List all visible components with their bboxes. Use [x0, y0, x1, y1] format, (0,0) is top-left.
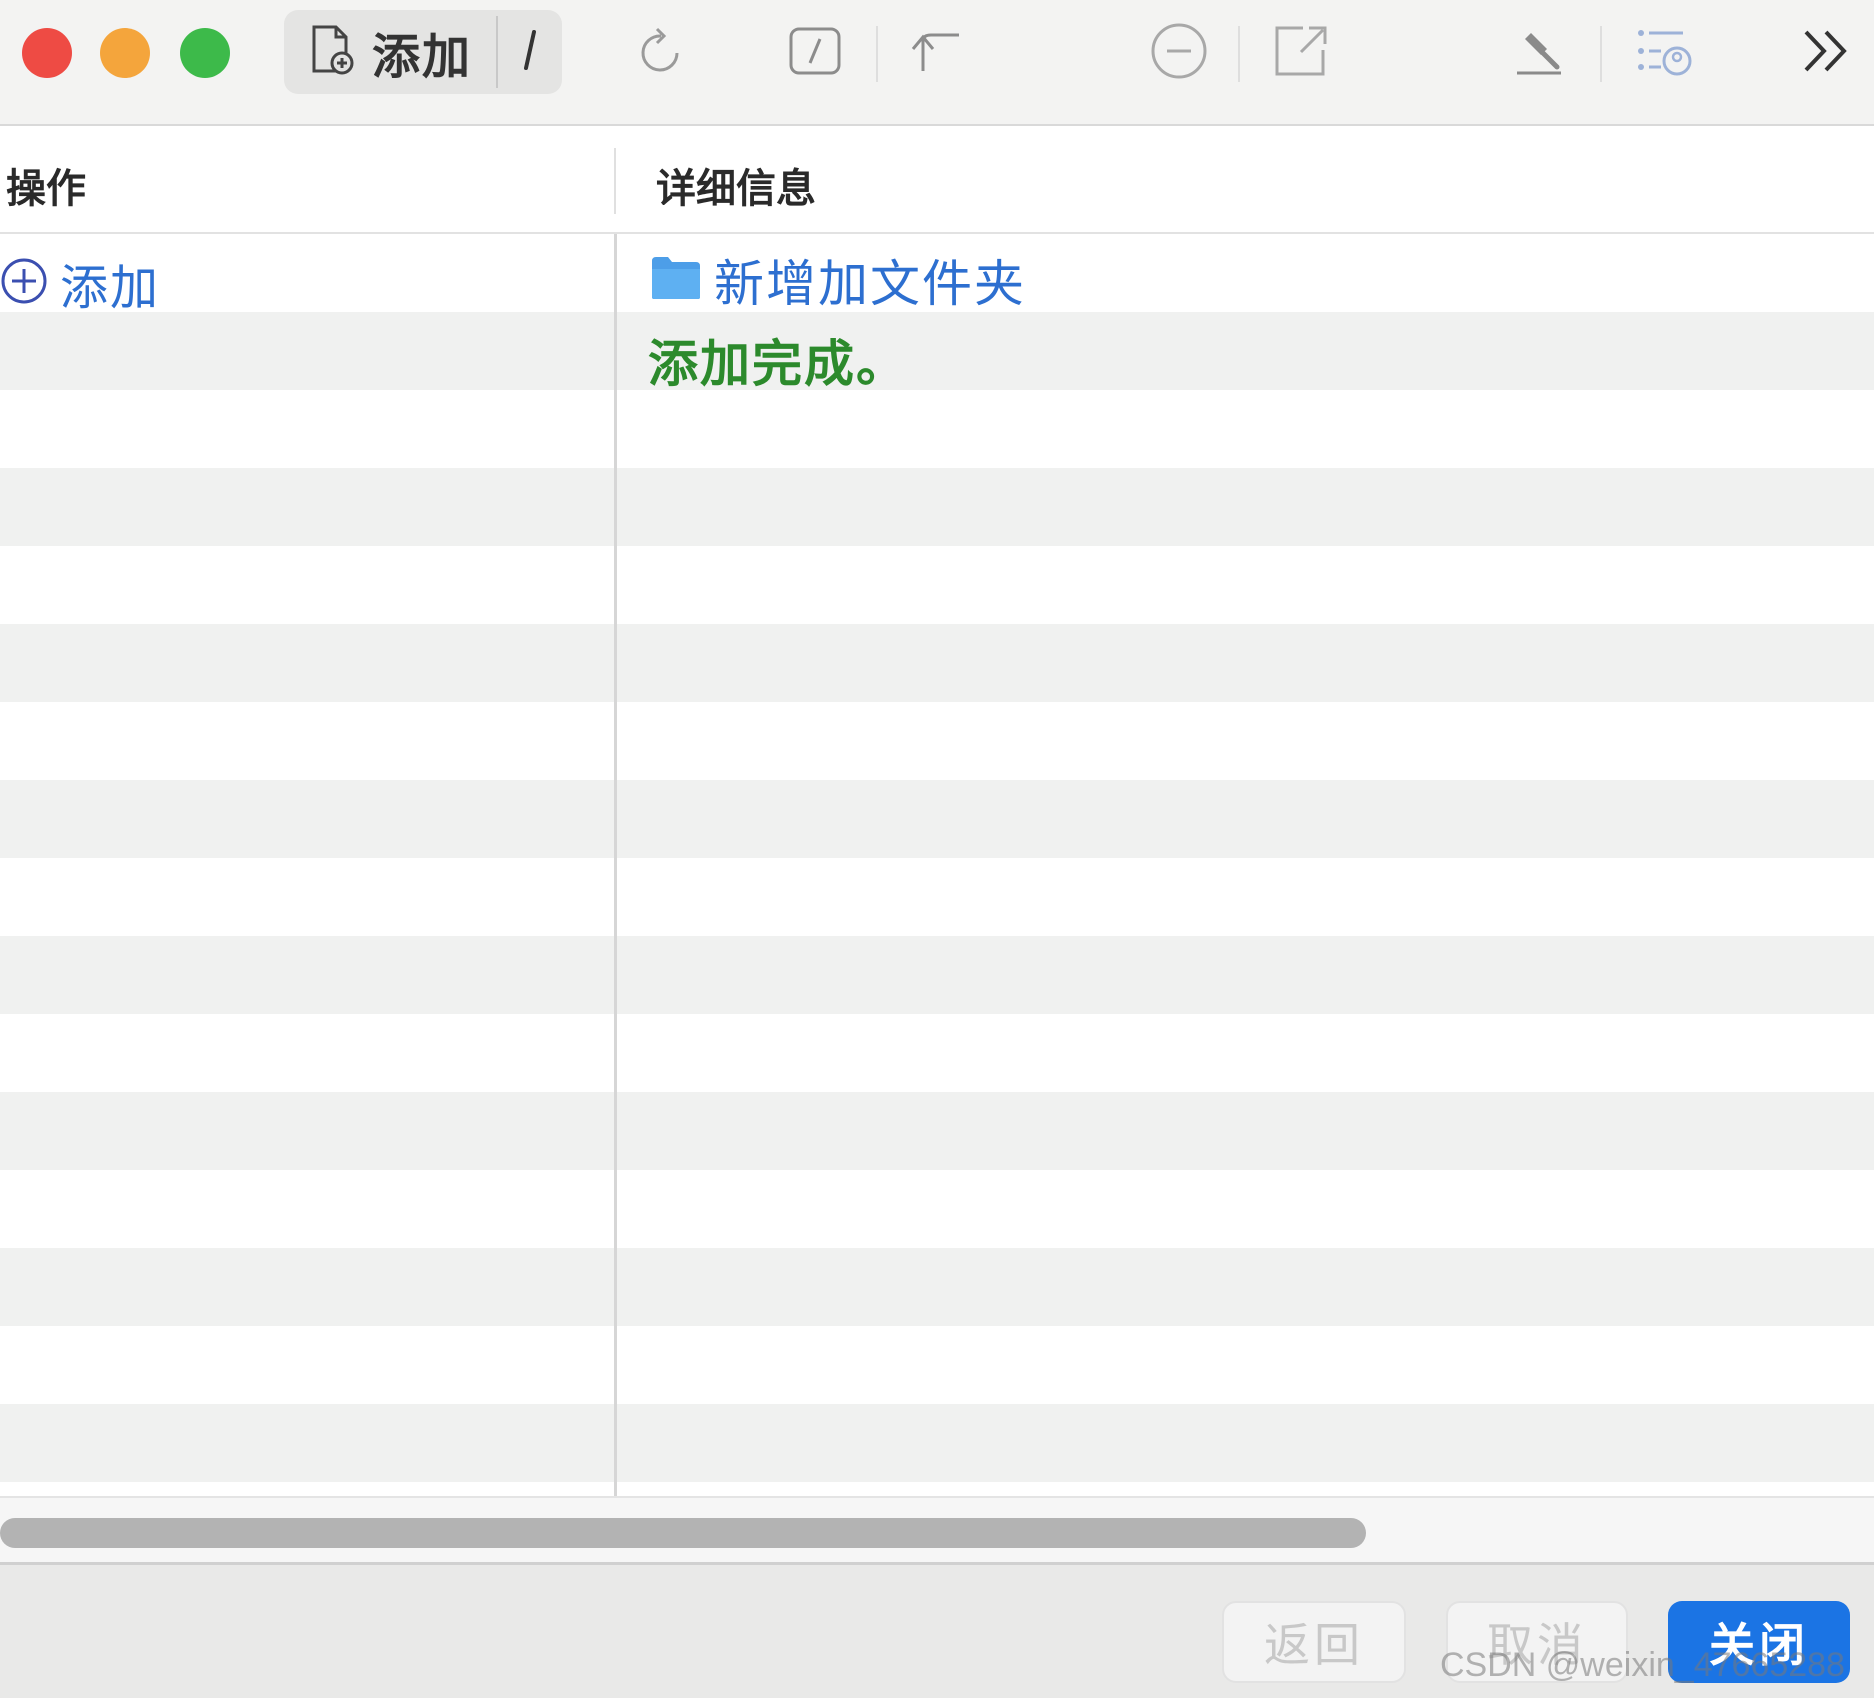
table-row	[0, 702, 1874, 780]
table-row	[0, 1248, 1874, 1326]
open-external-button[interactable]	[1266, 18, 1336, 88]
table-header: 操作 详细信息	[0, 126, 1874, 234]
pencil-icon	[520, 28, 540, 76]
table-row	[0, 546, 1874, 624]
back-button[interactable]: 返回	[1222, 1601, 1406, 1683]
table-row[interactable]: 添加完成。	[0, 312, 1874, 393]
column-divider	[614, 234, 617, 1496]
window-maximize-button[interactable]	[180, 28, 230, 78]
column-header-operation[interactable]: 操作	[6, 156, 86, 214]
list-user-button[interactable]	[1630, 18, 1700, 88]
toolbar-separator	[1238, 26, 1240, 82]
scrollbar-thumb[interactable]	[0, 1518, 1366, 1548]
operation-label: 添加	[60, 260, 161, 316]
table-row	[0, 936, 1874, 1014]
table-row	[0, 1326, 1874, 1404]
window-close-button[interactable]	[22, 28, 72, 78]
status-message: 添加完成。	[648, 335, 908, 393]
toolbar: 添加	[0, 0, 1874, 126]
edit-square-button[interactable]	[780, 18, 850, 88]
add-segment-control: 添加	[284, 10, 562, 94]
operation-cell: 添加	[0, 248, 160, 318]
table-row	[0, 1482, 1874, 1496]
table-row	[0, 858, 1874, 936]
plus-circle-icon	[0, 257, 48, 309]
toolbar-separator	[1600, 26, 1602, 82]
refresh-icon	[635, 23, 687, 83]
table-row	[0, 1170, 1874, 1248]
window-minimize-button[interactable]	[100, 28, 150, 78]
table-row	[0, 1014, 1874, 1092]
table-row	[0, 468, 1874, 546]
more-tools-button[interactable]	[1792, 18, 1862, 88]
edit-square-icon	[787, 25, 843, 81]
column-header-divider[interactable]	[614, 148, 616, 214]
remove-button[interactable]	[1144, 18, 1214, 88]
list-user-icon	[1635, 23, 1695, 83]
horizontal-scrollbar[interactable]	[0, 1496, 1874, 1566]
table-row	[0, 780, 1874, 858]
table-row	[0, 1092, 1874, 1170]
detail-cell: 新增加文件夹	[650, 244, 1026, 316]
chevron-double-right-icon	[1800, 26, 1854, 80]
doc-add-icon	[310, 25, 354, 79]
add-button-label: 添加	[372, 29, 473, 85]
pencil-button[interactable]	[498, 10, 562, 94]
minus-circle-icon	[1150, 22, 1208, 84]
folder-name: 新增加文件夹	[714, 255, 1026, 313]
undo-button[interactable]	[902, 18, 972, 88]
add-button[interactable]: 添加	[284, 10, 496, 94]
watermark: CSDN @weixin_47665288	[1440, 1646, 1845, 1684]
toolbar-separator	[876, 26, 878, 82]
external-link-icon	[1273, 24, 1329, 82]
column-header-detail[interactable]: 详细信息	[656, 156, 816, 214]
table-row	[0, 390, 1874, 468]
hammer-icon	[1511, 25, 1567, 81]
table-row	[0, 1404, 1874, 1482]
undo-arrow-icon	[909, 27, 965, 79]
folder-icon	[650, 255, 702, 305]
table-body: 添加 新增加文件夹 添加完成。	[0, 234, 1874, 1496]
refresh-button[interactable]	[626, 18, 696, 88]
table-row[interactable]: 添加 新增加文件夹	[0, 234, 1874, 316]
app-window: 添加 操作 详细信息 添加 新增加文件夹 添加完成。 返回 取消 关闭 CSDN…	[0, 0, 1874, 1698]
build-button[interactable]	[1504, 18, 1574, 88]
table-row	[0, 624, 1874, 702]
